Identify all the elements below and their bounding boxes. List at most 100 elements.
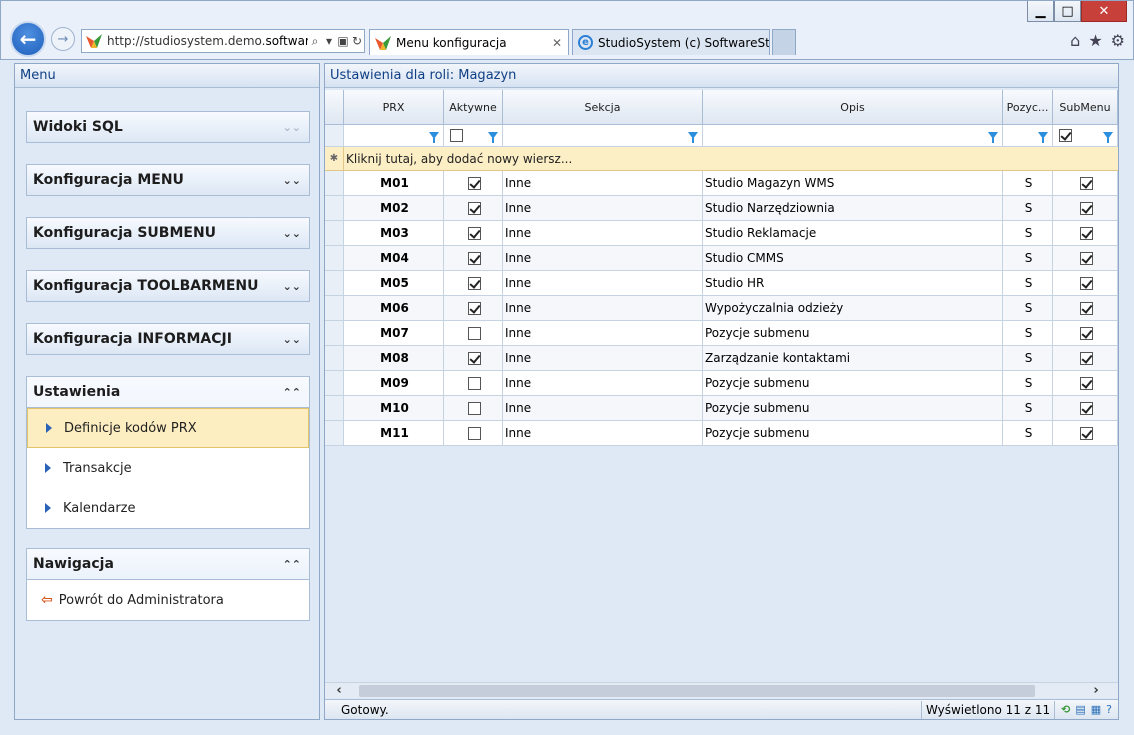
- submenu-checkbox[interactable]: [1079, 301, 1093, 315]
- table-row[interactable]: M08 Inne Zarządzanie kontaktami S: [325, 346, 1118, 371]
- row-indicator[interactable]: [325, 296, 344, 321]
- horizontal-scrollbar[interactable]: ‹ ›: [325, 682, 1118, 698]
- dropdown-icon[interactable]: ▾: [322, 34, 336, 48]
- row-indicator[interactable]: [325, 196, 344, 221]
- chevron-down-icon[interactable]: ⌄⌄: [283, 227, 301, 240]
- column-header-opis[interactable]: Opis: [703, 90, 1003, 125]
- search-icon[interactable]: ⌕: [308, 34, 322, 49]
- section-header[interactable]: Widoki SQL ⌄⌄: [27, 112, 309, 142]
- row-indicator[interactable]: [325, 221, 344, 246]
- table-row[interactable]: M07 Inne Pozycje submenu S: [325, 321, 1118, 346]
- column-header-pozycja[interactable]: Pozyc...: [1003, 90, 1053, 125]
- table-row[interactable]: M04 Inne Studio CMMS S: [325, 246, 1118, 271]
- cell-submenu[interactable]: [1053, 321, 1118, 346]
- scroll-thumb[interactable]: [359, 684, 1035, 697]
- aktywne-checkbox[interactable]: [467, 226, 481, 240]
- row-indicator[interactable]: [325, 171, 344, 196]
- cell-aktywne[interactable]: [444, 421, 503, 446]
- cell-aktywne[interactable]: [444, 371, 503, 396]
- table-row[interactable]: M05 Inne Studio HR S: [325, 271, 1118, 296]
- submenu-checkbox[interactable]: [1079, 376, 1093, 390]
- chevron-up-icon[interactable]: ⌃⌃: [283, 386, 301, 399]
- refresh-icon[interactable]: ⟲: [1061, 703, 1070, 716]
- cell-prx[interactable]: M09: [344, 371, 444, 396]
- menu-item-powrot-do-administratora[interactable]: ⇦ Powrót do Administratora: [27, 580, 309, 620]
- cell-pozycja[interactable]: S: [1003, 171, 1053, 196]
- cell-sekcja[interactable]: Inne: [503, 221, 703, 246]
- column-header-sekcja[interactable]: Sekcja: [503, 90, 703, 125]
- cell-opis[interactable]: Pozycje submenu: [703, 371, 1003, 396]
- chevron-down-icon[interactable]: ⌄⌄: [283, 333, 301, 346]
- cell-submenu[interactable]: [1053, 371, 1118, 396]
- cell-aktywne[interactable]: [444, 246, 503, 271]
- new-tab-button[interactable]: [772, 29, 796, 55]
- section-konfiguracja-menu[interactable]: Konfiguracja MENU ⌄⌄: [26, 164, 310, 196]
- cell-aktywne[interactable]: [444, 271, 503, 296]
- menu-item-kalendarze[interactable]: Kalendarze: [27, 488, 309, 528]
- export-icon[interactable]: ▤: [1075, 703, 1085, 716]
- filter-icon[interactable]: [688, 132, 698, 143]
- cell-sekcja[interactable]: Inne: [503, 321, 703, 346]
- cell-opis[interactable]: Pozycje submenu: [703, 321, 1003, 346]
- aktywne-checkbox[interactable]: [467, 201, 481, 215]
- aktywne-checkbox[interactable]: [467, 326, 481, 340]
- cell-pozycja[interactable]: S: [1003, 296, 1053, 321]
- section-header[interactable]: Konfiguracja INFORMACJI ⌄⌄: [27, 324, 309, 354]
- aktywne-checkbox[interactable]: [467, 251, 481, 265]
- menu-item-definicje-kodow-prx[interactable]: Definicje kodów PRX: [27, 408, 309, 448]
- submenu-checkbox[interactable]: [1079, 326, 1093, 340]
- cell-submenu[interactable]: [1053, 296, 1118, 321]
- row-indicator[interactable]: [325, 321, 344, 346]
- section-header[interactable]: Konfiguracja MENU ⌄⌄: [27, 165, 309, 195]
- cell-pozycja[interactable]: S: [1003, 196, 1053, 221]
- table-row[interactable]: M11 Inne Pozycje submenu S: [325, 421, 1118, 446]
- cell-sekcja[interactable]: Inne: [503, 271, 703, 296]
- section-widoki-sql[interactable]: Widoki SQL ⌄⌄: [26, 111, 310, 143]
- cell-prx[interactable]: M06: [344, 296, 444, 321]
- cell-aktywne[interactable]: [444, 346, 503, 371]
- cell-prx[interactable]: M05: [344, 271, 444, 296]
- cell-prx[interactable]: M01: [344, 171, 444, 196]
- section-header[interactable]: Konfiguracja SUBMENU ⌄⌄: [27, 218, 309, 248]
- cell-opis[interactable]: Studio Narzędziownia: [703, 196, 1003, 221]
- refresh-icon[interactable]: ↻: [350, 34, 364, 48]
- cell-opis[interactable]: Pozycje submenu: [703, 421, 1003, 446]
- cell-opis[interactable]: Studio Magazyn WMS: [703, 171, 1003, 196]
- cell-pozycja[interactable]: S: [1003, 396, 1053, 421]
- table-row[interactable]: M09 Inne Pozycje submenu S: [325, 371, 1118, 396]
- close-window-icon[interactable]: ✕: [1081, 1, 1127, 22]
- tab-menu-konfiguracja[interactable]: Menu konfiguracja ✕: [369, 29, 569, 55]
- cell-opis[interactable]: Studio HR: [703, 271, 1003, 296]
- cell-prx[interactable]: M07: [344, 321, 444, 346]
- row-indicator[interactable]: [325, 271, 344, 296]
- cell-opis[interactable]: Zarządzanie kontaktami: [703, 346, 1003, 371]
- row-indicator[interactable]: [325, 246, 344, 271]
- section-header[interactable]: Nawigacja ⌃⌃: [27, 549, 309, 579]
- cell-prx[interactable]: M03: [344, 221, 444, 246]
- filter-sekcja[interactable]: [503, 125, 703, 147]
- cell-opis[interactable]: Pozycje submenu: [703, 396, 1003, 421]
- submenu-checkbox[interactable]: [1079, 176, 1093, 190]
- cell-prx[interactable]: M08: [344, 346, 444, 371]
- filter-aktywne[interactable]: [444, 125, 503, 147]
- aktywne-checkbox[interactable]: [467, 351, 481, 365]
- section-konfiguracja-submenu[interactable]: Konfiguracja SUBMENU ⌄⌄: [26, 217, 310, 249]
- cell-opis[interactable]: Studio Reklamacje: [703, 221, 1003, 246]
- filter-checkbox[interactable]: [1059, 129, 1072, 142]
- address-bar[interactable]: http://studiosystem.demo.softwar... ⌕ ▾ …: [81, 29, 365, 53]
- filter-opis[interactable]: [703, 125, 1003, 147]
- filter-pozycja[interactable]: [1003, 125, 1053, 147]
- add-new-row[interactable]: ✱ Kliknij tutaj, aby dodać nowy wiersz..…: [325, 147, 1118, 171]
- home-icon[interactable]: ⌂: [1070, 31, 1080, 50]
- cell-sekcja[interactable]: Inne: [503, 346, 703, 371]
- aktywne-checkbox[interactable]: [467, 426, 481, 440]
- aktywne-checkbox[interactable]: [467, 176, 481, 190]
- cell-submenu[interactable]: [1053, 346, 1118, 371]
- cell-pozycja[interactable]: S: [1003, 371, 1053, 396]
- filter-icon[interactable]: [488, 132, 498, 143]
- cell-aktywne[interactable]: [444, 196, 503, 221]
- close-tab-icon[interactable]: ✕: [552, 36, 562, 50]
- cell-opis[interactable]: Studio CMMS: [703, 246, 1003, 271]
- table-row[interactable]: M06 Inne Wypożyczalnia odzieży S: [325, 296, 1118, 321]
- filter-prx[interactable]: [344, 125, 444, 147]
